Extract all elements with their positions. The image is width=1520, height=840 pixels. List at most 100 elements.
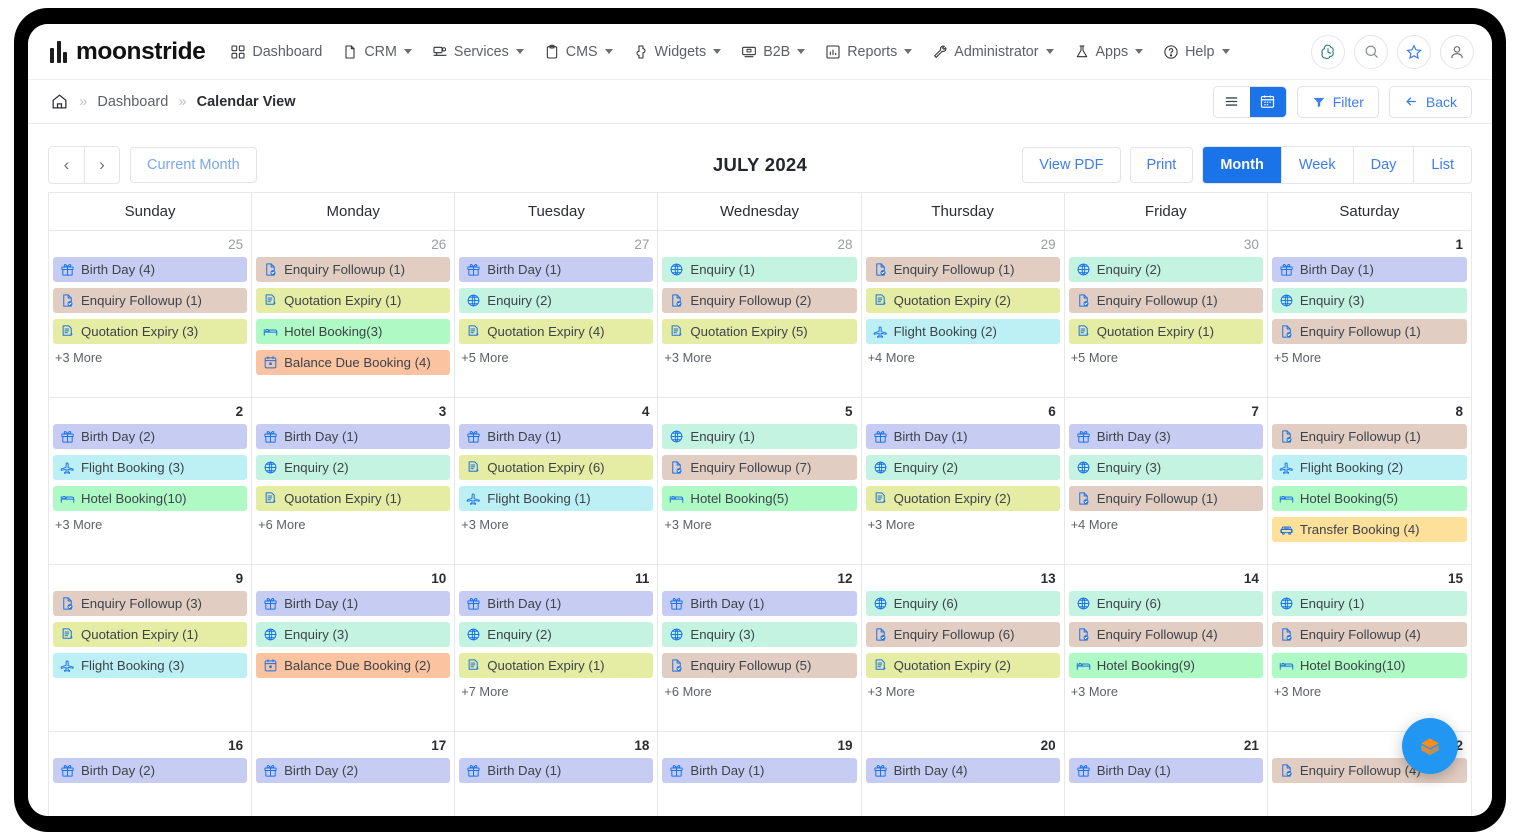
calendar-day-cell[interactable]: 26 Enquiry Followup (1) Quotation Expiry (… xyxy=(252,231,456,398)
breadcrumb-item-calendar-view[interactable]: Calendar View xyxy=(197,94,296,110)
calendar-day-cell[interactable]: 12 Birth Day (1) Enquiry (3) Enquiry Follow… xyxy=(658,565,862,732)
calendar-event-birth-day[interactable]: Birth Day (1) xyxy=(459,591,654,616)
calendar-day-cell[interactable]: 27 Birth Day (1) Enquiry (2) Quotation Expi… xyxy=(455,231,659,398)
calendar-event-enquiry[interactable]: Enquiry (2) xyxy=(865,455,1060,480)
calendar-event-enquiry-followup[interactable]: Enquiry Followup (4) xyxy=(1271,622,1467,647)
calendar-event-birth-day[interactable]: Birth Day (1) xyxy=(662,591,857,616)
calendar-event-quotation-expiry[interactable]: Quotation Expiry (2) xyxy=(865,288,1060,313)
calendar-event-quotation-expiry[interactable]: Quotation Expiry (4) xyxy=(459,319,654,344)
calendar-event-birth-day[interactable]: Birth Day (1) xyxy=(459,424,654,449)
calendar-event-hotel-booking[interactable]: Hotel Booking(5) xyxy=(662,486,857,511)
current-month-button[interactable]: Current Month xyxy=(130,147,257,183)
calendar-day-cell[interactable]: 5 Enquiry (1) Enquiry Followup (7) Hotel Bo… xyxy=(658,398,862,565)
nav-item-b2b[interactable]: B2B xyxy=(732,38,814,66)
calendar-event-enquiry-followup[interactable]: Enquiry Followup (1) xyxy=(1271,424,1467,449)
calendar-event-birth-day[interactable]: Birth Day (1) xyxy=(256,424,451,449)
calendar-event-enquiry-followup[interactable]: Enquiry Followup (1) xyxy=(1271,319,1467,344)
calendar-event-birth-day[interactable]: Birth Day (4) xyxy=(865,758,1060,783)
nav-item-administrator[interactable]: Administrator xyxy=(923,38,1062,66)
nav-item-crm[interactable]: CRM xyxy=(333,38,421,66)
nav-item-apps[interactable]: Apps xyxy=(1065,38,1153,66)
view-button-day[interactable]: Day xyxy=(1352,147,1414,183)
calendar-event-flight-booking[interactable]: Flight Booking (1) xyxy=(459,486,654,511)
calendar-event-enquiry-followup[interactable]: Enquiry Followup (4) xyxy=(1068,622,1263,647)
calendar-event-quotation-expiry[interactable]: Quotation Expiry (2) xyxy=(865,486,1060,511)
calendar-day-cell[interactable]: 1 Birth Day (1) Enquiry (3) Enquiry Followu… xyxy=(1267,231,1471,398)
calendar-event-birth-day[interactable]: Birth Day (4) xyxy=(53,257,248,282)
calendar-event-enquiry-followup[interactable]: Enquiry Followup (1) xyxy=(256,257,451,282)
more-events-link[interactable]: +3 More xyxy=(866,517,1060,532)
view-button-week[interactable]: Week xyxy=(1280,147,1353,183)
calendar-event-flight-booking[interactable]: Flight Booking (2) xyxy=(1271,455,1467,480)
more-events-link[interactable]: +3 More xyxy=(1069,684,1263,699)
more-events-link[interactable]: +5 More xyxy=(1069,350,1263,365)
nav-item-cms[interactable]: CMS xyxy=(535,38,622,66)
calendar-event-quotation-expiry[interactable]: Quotation Expiry (1) xyxy=(1068,319,1263,344)
calendar-day-cell[interactable]: 30 Enquiry (2) Enquiry Followup (1) Quotati… xyxy=(1064,231,1268,398)
calendar-event-enquiry[interactable]: Enquiry (6) xyxy=(865,591,1060,616)
nav-item-dashboard[interactable]: Dashboard xyxy=(221,38,331,66)
calendar-event-enquiry[interactable]: Enquiry (3) xyxy=(662,622,857,647)
next-month-button[interactable]: › xyxy=(84,147,119,183)
calendar-event-enquiry[interactable]: Enquiry (3) xyxy=(1068,455,1263,480)
calendar-event-hotel-booking[interactable]: Hotel Booking(10) xyxy=(1271,653,1467,678)
more-events-link[interactable]: +5 More xyxy=(459,350,653,365)
calendar-event-flight-booking[interactable]: Flight Booking (3) xyxy=(53,653,248,678)
calendar-event-enquiry-followup[interactable]: Enquiry Followup (2) xyxy=(662,288,857,313)
calendar-day-cell[interactable]: 21 Birth Day (1) xyxy=(1064,732,1268,816)
more-events-link[interactable]: +4 More xyxy=(1069,517,1263,532)
home-icon[interactable] xyxy=(50,92,69,111)
view-pdf-button[interactable]: View PDF xyxy=(1022,147,1121,183)
filter-button[interactable]: Filter xyxy=(1296,85,1379,118)
nav-item-services[interactable]: Services xyxy=(423,38,533,66)
calendar-event-hotel-booking[interactable]: Hotel Booking(5) xyxy=(1271,486,1467,511)
calendar-event-hotel-booking[interactable]: Hotel Booking(3) xyxy=(256,319,451,344)
calendar-event-enquiry[interactable]: Enquiry (2) xyxy=(459,622,654,647)
calendar-day-cell[interactable]: 2 Birth Day (2) Flight Booking (3) Hotel Bo… xyxy=(49,398,253,565)
calendar-event-quotation-expiry[interactable]: Quotation Expiry (1) xyxy=(53,622,248,647)
nav-item-widgets[interactable]: Widgets xyxy=(624,38,731,66)
calendar-day-cell[interactable]: 20 Birth Day (4) xyxy=(861,732,1065,816)
calendar-view-button[interactable] xyxy=(1249,86,1286,117)
calendar-event-enquiry-followup[interactable]: Enquiry Followup (1) xyxy=(865,257,1060,282)
calendar-day-cell[interactable]: 25 Birth Day (4) Enquiry Followup (1) Quota… xyxy=(49,231,253,398)
list-view-button[interactable] xyxy=(1213,86,1250,117)
calendar-event-enquiry[interactable]: Enquiry (2) xyxy=(256,455,451,480)
calendar-day-cell[interactable]: 10 Birth Day (1) Enquiry (3) Balance Due Bo… xyxy=(252,565,456,732)
calendar-event-birth-day[interactable]: Birth Day (2) xyxy=(256,758,451,783)
calendar-event-birth-day[interactable]: Birth Day (1) xyxy=(256,591,451,616)
calendar-event-enquiry[interactable]: Enquiry (3) xyxy=(256,622,451,647)
search-button[interactable] xyxy=(1354,34,1388,69)
calendar-event-flight-booking[interactable]: Flight Booking (2) xyxy=(865,319,1060,344)
calendar-day-cell[interactable]: 3 Birth Day (1) Enquiry (2) Quotation Expir… xyxy=(252,398,456,565)
calendar-day-cell[interactable]: 16 Birth Day (2) xyxy=(49,732,253,816)
breadcrumb-item-dashboard[interactable]: Dashboard xyxy=(97,94,168,110)
more-events-link[interactable]: +3 More xyxy=(662,517,856,532)
calendar-event-enquiry-followup[interactable]: Enquiry Followup (6) xyxy=(865,622,1060,647)
calendar-event-balance-due-booking[interactable]: Balance Due Booking (2) xyxy=(256,653,451,678)
calendar-day-cell[interactable]: 29 Enquiry Followup (1) Quotation Expiry (… xyxy=(861,231,1065,398)
calendar-day-cell[interactable]: 14 Enquiry (6) Enquiry Followup (4) Hotel B… xyxy=(1064,565,1268,732)
calendar-event-enquiry-followup[interactable]: Enquiry Followup (5) xyxy=(662,653,857,678)
calendar-event-enquiry-followup[interactable]: Enquiry Followup (1) xyxy=(1068,288,1263,313)
calendar-event-enquiry[interactable]: Enquiry (3) xyxy=(1271,288,1467,313)
calendar-event-birth-day[interactable]: Birth Day (1) xyxy=(1068,758,1263,783)
calendar-day-cell[interactable]: 6 Birth Day (1) Enquiry (2) Quotation Expir… xyxy=(861,398,1065,565)
view-button-month[interactable]: Month xyxy=(1203,147,1281,183)
calendar-event-enquiry[interactable]: Enquiry (1) xyxy=(1271,591,1467,616)
calendar-event-hotel-booking[interactable]: Hotel Booking(10) xyxy=(53,486,248,511)
calendar-event-quotation-expiry[interactable]: Quotation Expiry (1) xyxy=(256,486,451,511)
calendar-event-quotation-expiry[interactable]: Quotation Expiry (6) xyxy=(459,455,654,480)
calendar-day-cell[interactable]: 28 Enquiry (1) Enquiry Followup (2) Quotati… xyxy=(658,231,862,398)
calendar-day-cell[interactable]: 4 Birth Day (1) Quotation Expiry (6) Flight… xyxy=(455,398,659,565)
view-button-list[interactable]: List xyxy=(1413,147,1471,183)
prev-month-button[interactable]: ‹ xyxy=(49,147,84,183)
calendar-event-birth-day[interactable]: Birth Day (2) xyxy=(53,424,248,449)
calendar-day-cell[interactable]: 8 Enquiry Followup (1) Flight Booking (2) H… xyxy=(1267,398,1471,565)
more-events-link[interactable]: +3 More xyxy=(1272,684,1467,699)
calendar-day-cell[interactable]: 11 Birth Day (1) Enquiry (2) Quotation Expi… xyxy=(455,565,659,732)
more-events-link[interactable]: +3 More xyxy=(662,350,856,365)
calendar-event-quotation-expiry[interactable]: Quotation Expiry (5) xyxy=(662,319,857,344)
calendar-event-birth-day[interactable]: Birth Day (2) xyxy=(53,758,248,783)
calendar-event-flight-booking[interactable]: Flight Booking (3) xyxy=(53,455,248,480)
